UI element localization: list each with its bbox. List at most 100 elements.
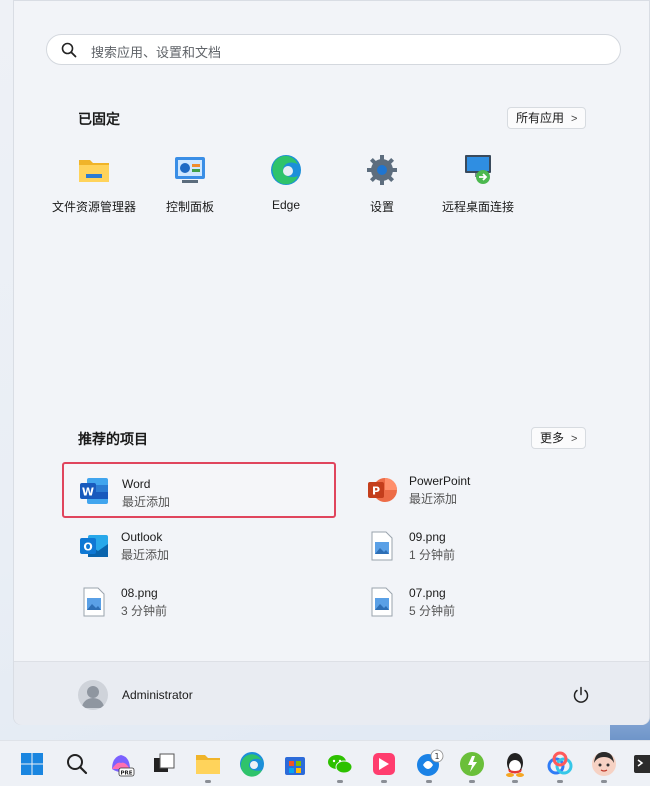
item-subtitle: 最近添加 [122, 495, 171, 509]
running-indicator [205, 780, 211, 783]
item-subtitle: 最近添加 [409, 492, 458, 506]
word-icon: W [80, 478, 108, 504]
pinned-app-settings[interactable]: 设置 [334, 153, 430, 223]
running-indicator [469, 780, 475, 783]
pinned-app-label: 设置 [369, 200, 394, 214]
running-indicator [601, 780, 607, 783]
start-menu: 搜索应用、设置和文档 已固定 所有应用 > 文件资源管理器 控制面板 Edge … [13, 0, 650, 725]
green-app-icon [460, 752, 484, 776]
taskbar-task-view[interactable] [149, 749, 179, 779]
pinned-app-edge[interactable]: Edge [238, 153, 334, 223]
avatar-app-icon [592, 752, 616, 776]
recommended-item-08-png[interactable]: 08.png 3 分钟前 [62, 578, 332, 626]
image-file-icon [371, 531, 393, 561]
svg-text:W: W [82, 486, 94, 499]
item-subtitle: 1 分钟前 [409, 548, 456, 562]
edge-icon [240, 752, 264, 777]
taskbar-green-app[interactable] [457, 749, 487, 779]
chevron-right-icon: > [571, 433, 578, 445]
taskbar-copilot[interactable]: PRE [106, 749, 136, 779]
store-icon [285, 757, 305, 775]
start-button[interactable] [17, 749, 47, 779]
baidu-netdisk-icon [547, 751, 573, 775]
taskbar-terminal[interactable] [632, 749, 650, 779]
chevron-right-icon: > [571, 113, 578, 125]
item-name: 09.png [409, 530, 446, 544]
edge-icon [271, 155, 301, 185]
taskbar-baidu-netdisk[interactable] [545, 749, 575, 779]
wechat-icon [328, 755, 353, 774]
control-panel-icon [175, 157, 205, 183]
recommended-item-07-png[interactable]: 07.png 5 分钟前 [350, 578, 620, 626]
image-file-icon [371, 587, 393, 617]
item-subtitle: 5 分钟前 [409, 604, 456, 618]
taskbar-store[interactable] [280, 749, 310, 779]
taskbar-edge[interactable] [237, 749, 267, 779]
running-indicator [557, 780, 563, 783]
search-icon [67, 754, 88, 775]
all-apps-label: 所有应用 [516, 111, 565, 125]
gear-icon [367, 155, 397, 185]
pinned-app-control-panel[interactable]: 控制面板 [142, 153, 238, 223]
user-avatar[interactable] [78, 680, 108, 710]
pinned-app-label: 控制面板 [165, 200, 214, 214]
item-name: Outlook [121, 530, 163, 544]
taskbar: PRE 1 [0, 740, 650, 786]
pinned-app-file-explorer[interactable]: 文件资源管理器 [46, 153, 142, 223]
item-subtitle: 最近添加 [121, 548, 170, 562]
recommended-item-powerpoint[interactable]: P PowerPoint 最近添加 [350, 466, 620, 514]
remote-desktop-icon [465, 155, 491, 184]
taskbar-avatar-app[interactable] [589, 749, 619, 779]
copilot-badge: PRE [120, 771, 132, 777]
taskbar-file-explorer[interactable] [193, 749, 223, 779]
item-name: 07.png [409, 586, 446, 600]
pinned-app-remote-desktop[interactable]: 远程桌面连接 [430, 153, 526, 223]
item-subtitle: 3 分钟前 [121, 604, 168, 618]
taskbar-wechat[interactable] [325, 749, 355, 779]
windows-start-icon [21, 753, 43, 775]
all-apps-button[interactable]: 所有应用 > [507, 107, 587, 129]
copilot-icon: PRE [112, 755, 135, 777]
more-label: 更多 [540, 431, 565, 445]
search-box[interactable]: 搜索应用、设置和文档 [46, 34, 621, 65]
running-indicator [426, 780, 432, 783]
item-name: 08.png [121, 586, 158, 600]
pinned-app-label: 远程桌面连接 [441, 200, 514, 214]
power-icon[interactable] [572, 686, 590, 704]
running-indicator [337, 780, 343, 783]
running-indicator [381, 780, 387, 783]
notification-badge: 1 [434, 752, 439, 761]
file-explorer-icon [196, 755, 220, 774]
taskbar-qq[interactable] [500, 749, 530, 779]
folder-icon [79, 160, 109, 182]
user-icon [82, 686, 104, 708]
start-menu-footer: Administrator [14, 661, 649, 725]
running-indicator [512, 780, 518, 783]
pinned-app-label: 文件资源管理器 [51, 200, 136, 214]
recommended-item-word[interactable]: W Word 最近添加 [62, 462, 336, 518]
pinned-app-label: Edge [271, 198, 301, 212]
powerpoint-icon: P [368, 478, 397, 502]
svg-text:P: P [372, 485, 380, 498]
taskbar-search-button[interactable] [62, 749, 92, 779]
outlook-icon: O [80, 535, 108, 557]
app-icon [373, 753, 395, 775]
browser-icon: 1 [417, 749, 444, 776]
item-name: Word [122, 477, 151, 491]
qq-icon [506, 753, 524, 777]
task-view-icon [154, 753, 175, 772]
terminal-icon [634, 755, 650, 773]
search-placeholder: 搜索应用、设置和文档 [91, 45, 222, 60]
svg-text:O: O [83, 541, 92, 554]
recommended-title: 推荐的项目 [78, 431, 148, 447]
recommended-item-09-png[interactable]: 09.png 1 分钟前 [350, 522, 620, 570]
more-button[interactable]: 更多 > [531, 427, 587, 449]
item-name: PowerPoint [409, 474, 471, 488]
taskbar-app-pink[interactable] [369, 749, 399, 779]
pinned-title: 已固定 [78, 111, 120, 127]
user-name[interactable]: Administrator [122, 688, 193, 702]
recommended-item-outlook[interactable]: O Outlook 最近添加 [62, 522, 332, 570]
image-file-icon [83, 587, 105, 617]
taskbar-browser[interactable]: 1 [414, 749, 444, 779]
search-icon [61, 42, 77, 58]
